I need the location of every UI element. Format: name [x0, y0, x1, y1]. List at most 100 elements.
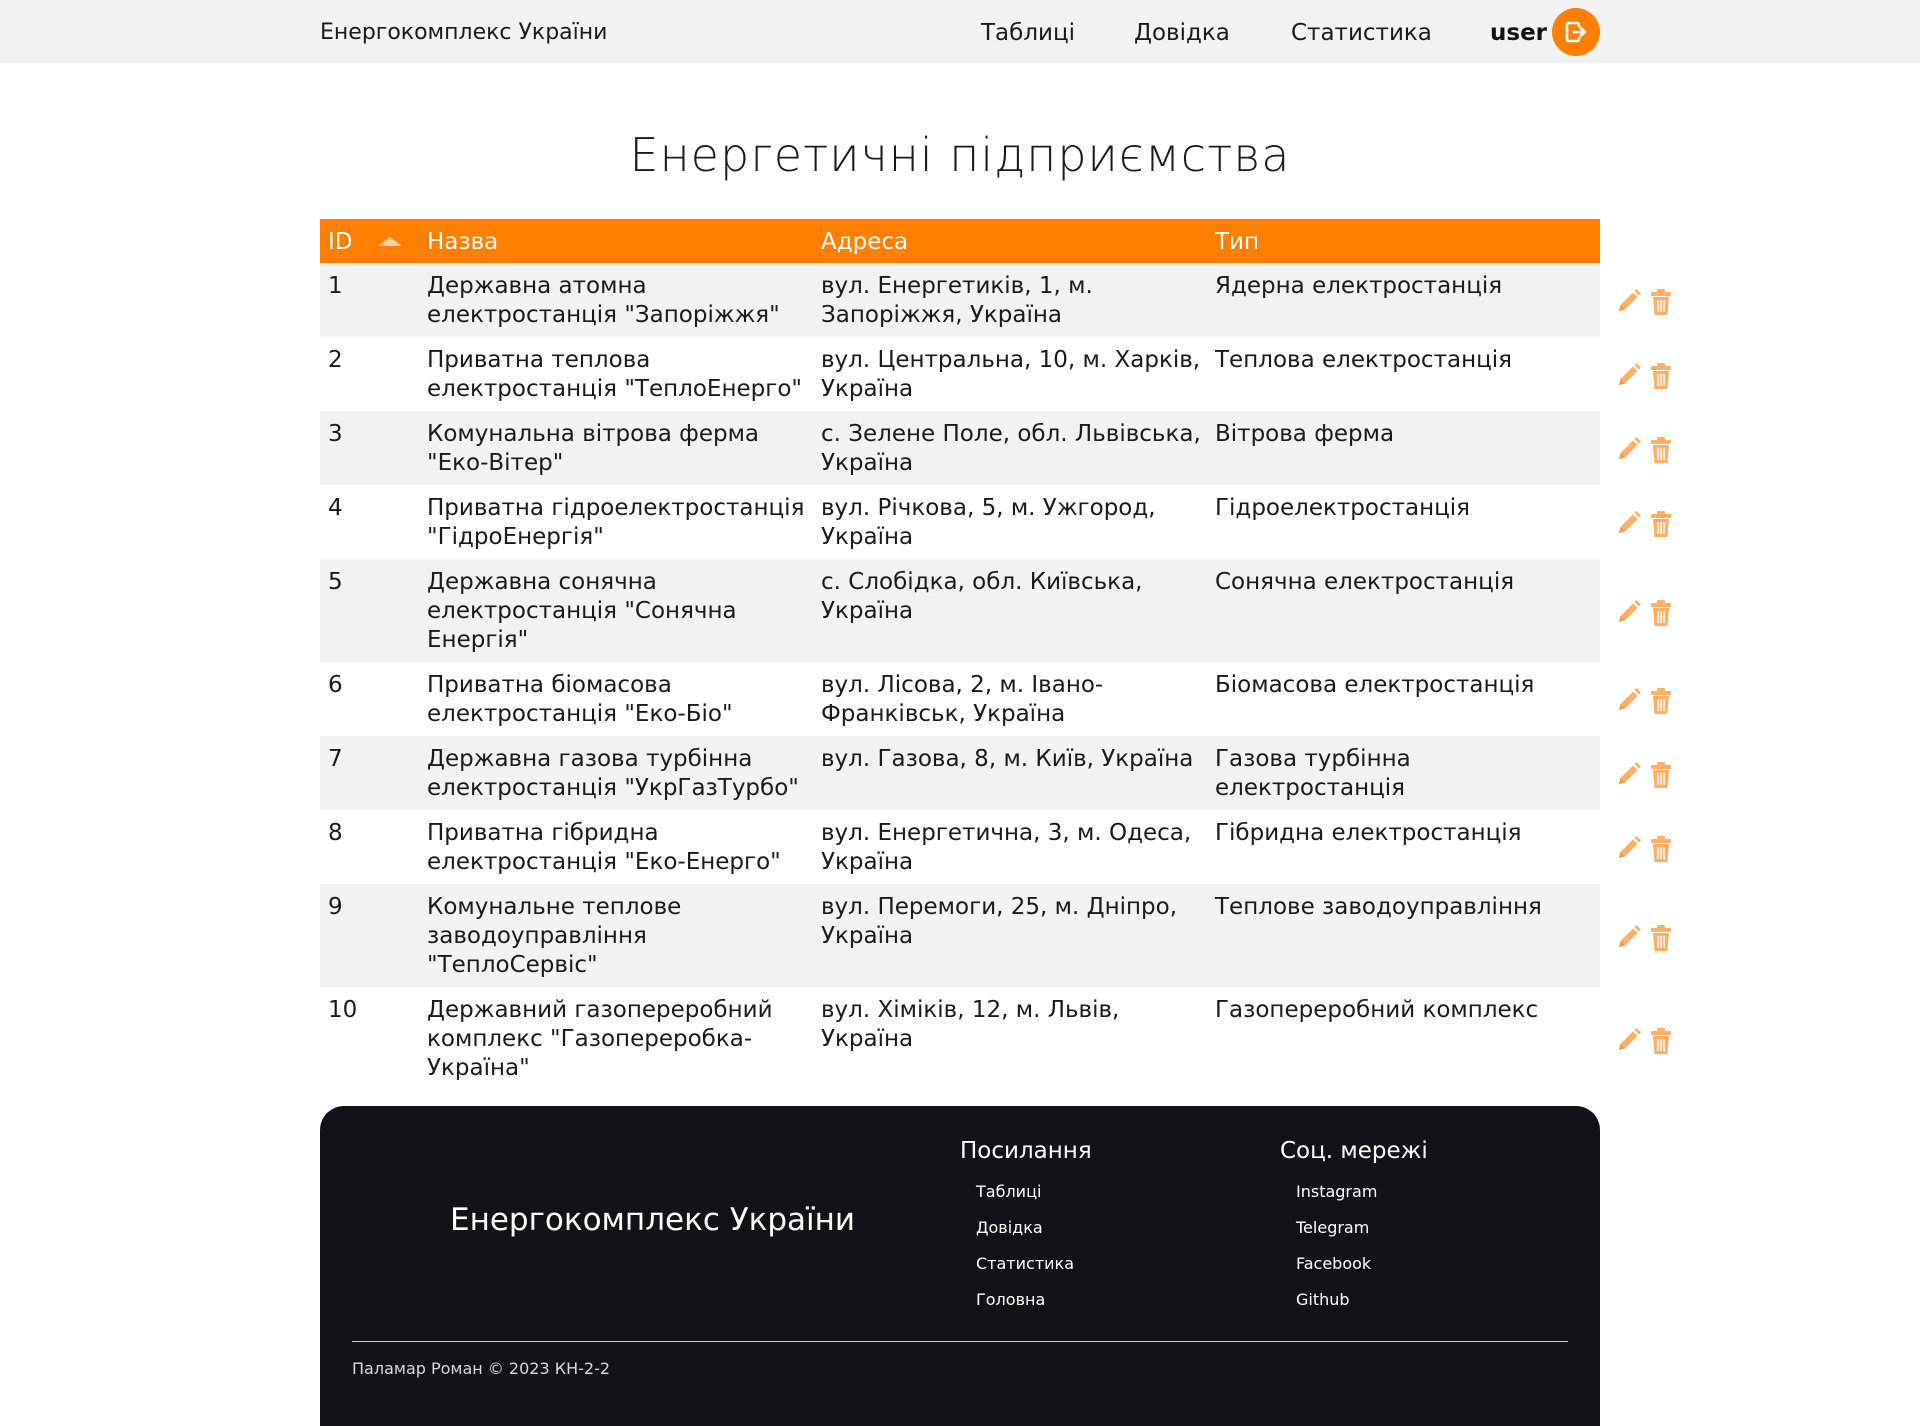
- table-row: 2 Приватна теплова електростанція "ТеплоЕ…: [320, 337, 1671, 411]
- column-header-type[interactable]: Тип: [1215, 219, 1259, 263]
- pencil-icon: [1616, 600, 1642, 629]
- column-header-name[interactable]: Назва: [427, 219, 498, 263]
- username: user: [1490, 20, 1548, 46]
- edit-button[interactable]: [1616, 362, 1642, 392]
- cell-type: Теплова електростанція: [1215, 347, 1512, 373]
- cell-type: Біомасова електростанція: [1215, 672, 1535, 698]
- table-row: 8 Приватна гібридна електростанція "Еко-Е…: [320, 810, 1671, 884]
- sort-ascending-icon[interactable]: [378, 237, 402, 246]
- table-row: 9 Комунальне теплове заводоуправління "Те…: [320, 884, 1671, 987]
- logout-icon: [1565, 21, 1587, 43]
- delete-button[interactable]: [1650, 924, 1672, 956]
- row-actions: [1616, 599, 1688, 629]
- delete-button[interactable]: [1650, 362, 1672, 394]
- delete-button[interactable]: [1650, 1027, 1672, 1059]
- row-actions: [1616, 288, 1688, 318]
- edit-button[interactable]: [1616, 1027, 1642, 1057]
- brand-title[interactable]: Енергокомплекс України: [320, 0, 607, 63]
- logout-button[interactable]: [1552, 8, 1600, 56]
- edit-button[interactable]: [1616, 835, 1642, 865]
- trash-icon: [1650, 437, 1672, 468]
- cell-id: 8: [328, 820, 343, 846]
- trash-icon: [1650, 363, 1672, 394]
- cell-id: 5: [328, 569, 343, 595]
- edit-button[interactable]: [1616, 761, 1642, 791]
- table-row: 10 Державний газопереробний комплекс "Газ…: [320, 987, 1671, 1090]
- row-actions: [1616, 761, 1688, 791]
- delete-button[interactable]: [1650, 835, 1672, 867]
- pencil-icon: [1616, 289, 1642, 318]
- cell-name: Державний газопереробний комплекс "Газоп…: [427, 997, 773, 1081]
- pencil-icon: [1616, 437, 1642, 466]
- footer-copyright: Паламар Роман © 2023 КН-2-2: [352, 1359, 611, 1378]
- nav-link-statistics[interactable]: Статистика: [1291, 0, 1432, 63]
- trash-icon: [1650, 511, 1672, 542]
- cell-name: Приватна біомасова електростанція "Еко-Б…: [427, 672, 733, 727]
- pencil-icon: [1616, 688, 1642, 717]
- trash-icon: [1650, 688, 1672, 719]
- edit-button[interactable]: [1616, 510, 1642, 540]
- cell-address: с. Слобідка, обл. Київська, Україна: [821, 569, 1143, 624]
- edit-button[interactable]: [1616, 599, 1642, 629]
- column-header-id[interactable]: ID: [328, 219, 353, 263]
- footer-social-instagram[interactable]: Instagram: [1296, 1182, 1377, 1201]
- cell-id: 6: [328, 672, 343, 698]
- table-row: 7 Державна газова турбінна електростанція…: [320, 736, 1671, 810]
- cell-id: 3: [328, 421, 343, 447]
- delete-button[interactable]: [1650, 436, 1672, 468]
- cell-id: 1: [328, 273, 343, 299]
- cell-type: Ядерна електростанція: [1215, 273, 1503, 299]
- table-row: 1 Державна атомна електростанція "Запоріж…: [320, 263, 1671, 337]
- enterprises-table: ID Назва Адреса Тип 1 Державна атомна еле…: [320, 219, 1671, 1090]
- delete-button[interactable]: [1650, 510, 1672, 542]
- cell-type: Газопереробний комплекс: [1215, 997, 1539, 1023]
- cell-name: Комунальне теплове заводоуправління "Теп…: [427, 894, 682, 978]
- footer-link-home[interactable]: Головна: [976, 1290, 1045, 1309]
- table-row: 3 Комунальна вітрова ферма "Еко-Вітер" с. …: [320, 411, 1671, 485]
- footer-social-github[interactable]: Github: [1296, 1290, 1350, 1309]
- footer-links-heading: Посилання: [960, 1138, 1092, 1164]
- cell-id: 2: [328, 347, 343, 373]
- edit-button[interactable]: [1616, 924, 1642, 954]
- footer-social-telegram[interactable]: Telegram: [1296, 1218, 1369, 1237]
- cell-name: Приватна гібридна електростанція "Еко-Ен…: [427, 820, 781, 875]
- footer-link-help[interactable]: Довідка: [976, 1218, 1043, 1237]
- cell-id: 7: [328, 746, 343, 772]
- cell-type: Газова турбінна електростанція: [1215, 746, 1411, 801]
- cell-address: с. Зелене Поле, обл. Львівська, Україна: [821, 421, 1201, 476]
- pencil-icon: [1616, 511, 1642, 540]
- edit-button[interactable]: [1616, 288, 1642, 318]
- pencil-icon: [1616, 925, 1642, 954]
- cell-id: 4: [328, 495, 343, 521]
- edit-button[interactable]: [1616, 436, 1642, 466]
- delete-button[interactable]: [1650, 288, 1672, 320]
- footer-social-heading: Соц. мережі: [1280, 1138, 1428, 1164]
- footer: Енергокомплекс України Посилання Таблиці…: [320, 1106, 1600, 1426]
- nav-link-help[interactable]: Довідка: [1134, 0, 1230, 63]
- cell-address: вул. Центральна, 10, м. Харків, Україна: [821, 347, 1201, 402]
- edit-button[interactable]: [1616, 687, 1642, 717]
- delete-button[interactable]: [1650, 761, 1672, 793]
- cell-name: Державна газова турбінна електростанція …: [427, 746, 799, 801]
- pencil-icon: [1616, 1028, 1642, 1057]
- row-actions: [1616, 835, 1688, 865]
- row-actions: [1616, 510, 1688, 540]
- row-actions: [1616, 436, 1688, 466]
- footer-link-statistics[interactable]: Статистика: [976, 1254, 1074, 1273]
- table-row: 5 Державна сонячна електростанція "Сонячн…: [320, 559, 1671, 662]
- trash-icon: [1650, 762, 1672, 793]
- trash-icon: [1650, 289, 1672, 320]
- top-navbar: Енергокомплекс України Таблиці Довідка С…: [0, 0, 1920, 63]
- column-header-address[interactable]: Адреса: [821, 219, 908, 263]
- footer-link-tables[interactable]: Таблиці: [976, 1182, 1041, 1201]
- pencil-icon: [1616, 762, 1642, 791]
- footer-social-facebook[interactable]: Facebook: [1296, 1254, 1371, 1273]
- delete-button[interactable]: [1650, 599, 1672, 631]
- cell-address: вул. Енергетична, 3, м. Одеса, Україна: [821, 820, 1192, 875]
- nav-link-tables[interactable]: Таблиці: [981, 0, 1075, 63]
- cell-type: Гідроелектростанція: [1215, 495, 1471, 521]
- delete-button[interactable]: [1650, 687, 1672, 719]
- row-actions: [1616, 924, 1688, 954]
- row-actions: [1616, 1027, 1688, 1057]
- trash-icon: [1650, 836, 1672, 867]
